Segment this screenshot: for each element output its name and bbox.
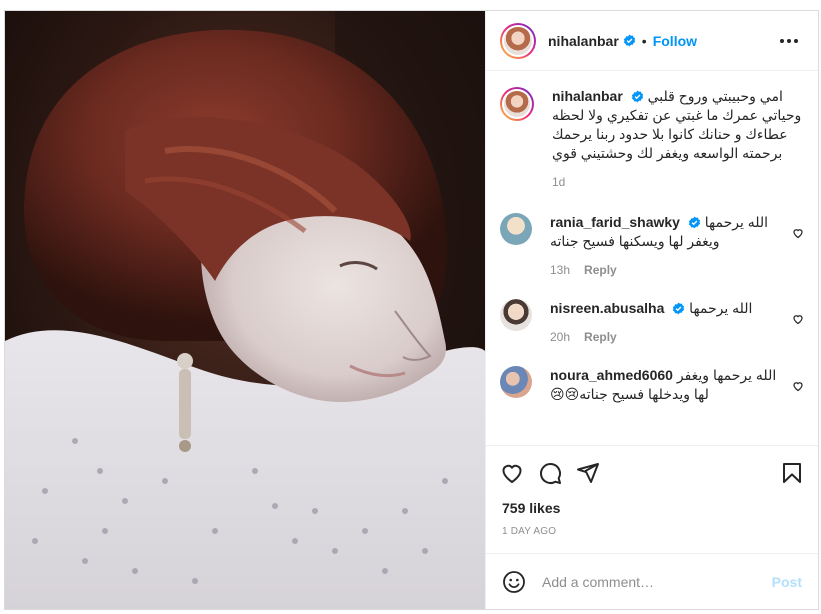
verified-badge-icon (623, 34, 635, 47)
comments-list[interactable]: nihalanbar امي وحبيبتي وروح قلبي وحياتي … (486, 71, 818, 446)
caption-avatar[interactable] (500, 87, 534, 121)
comment-input[interactable] (542, 573, 772, 590)
post-header: nihalanbar • Follow (486, 11, 818, 71)
heart-icon[interactable] (792, 227, 804, 239)
emoji-icon[interactable] (502, 570, 526, 594)
comment-text: الله يرحمها (689, 300, 753, 316)
comment-icon[interactable] (538, 461, 562, 485)
portrait-image (5, 11, 485, 609)
commenter-username[interactable]: nisreen.abusalha (550, 300, 664, 316)
comment-meta: 13h Reply (550, 263, 782, 277)
heart-icon[interactable] (792, 313, 804, 325)
verified-badge-icon (688, 216, 700, 229)
post-comment-button[interactable]: Post (772, 574, 802, 590)
commenter-avatar[interactable] (500, 366, 532, 398)
more-options-icon[interactable] (774, 33, 804, 49)
verified-badge-icon (673, 302, 685, 315)
share-icon[interactable] (576, 461, 600, 485)
caption-age: 1d (552, 175, 566, 189)
post-dialog: nihalanbar • Follow nihalanbar امي وحبيب… (4, 10, 819, 610)
comment-line: nisreen.abusalha الله يرحمها (550, 299, 782, 318)
bookmark-icon[interactable] (780, 461, 804, 485)
comment-age: 13h (550, 263, 571, 277)
author-avatar[interactable] (500, 22, 536, 59)
comment-age: 20h (550, 330, 571, 344)
follow-button[interactable]: Follow (653, 33, 697, 49)
verified-badge-icon (631, 90, 643, 103)
comment-line: noura_ahmed6060 الله يرحمها ويغفر لها وي… (550, 366, 782, 404)
comment-item: noura_ahmed6060 الله يرحمها ويغفر لها وي… (500, 366, 804, 404)
commenter-avatar[interactable] (500, 213, 532, 245)
heart-icon[interactable] (500, 461, 524, 485)
comment-meta: 20h Reply (550, 330, 782, 344)
caption-username[interactable]: nihalanbar (552, 88, 623, 104)
post-side-panel: nihalanbar • Follow nihalanbar امي وحبيب… (485, 11, 818, 609)
comment-line: rania_farid_shawky الله يرحمها ويغفر لها… (550, 213, 782, 251)
commenter-username[interactable]: noura_ahmed6060 (550, 367, 673, 383)
post-timestamp: 1 DAY AGO (502, 526, 557, 537)
author-username[interactable]: nihalanbar (548, 33, 619, 49)
comment-item: rania_farid_shawky الله يرحمها ويغفر لها… (500, 213, 804, 277)
commenter-avatar[interactable] (500, 299, 532, 331)
caption-item: nihalanbar امي وحبيبتي وروح قلبي وحياتي … (500, 87, 804, 189)
likes-count[interactable]: 759 likes (486, 500, 818, 516)
reply-button[interactable]: Reply (584, 330, 617, 344)
action-bar (486, 446, 818, 500)
reply-button[interactable]: Reply (584, 263, 617, 277)
commenter-username[interactable]: rania_farid_shawky (550, 214, 680, 230)
caption-line: nihalanbar امي وحبيبتي وروح قلبي وحياتي … (552, 87, 804, 163)
post-photo[interactable] (5, 11, 485, 609)
comment-item: nisreen.abusalha الله يرحمها 20h Reply (500, 299, 804, 344)
caption-meta: 1d (552, 175, 804, 189)
comment-composer: Post (486, 553, 818, 609)
header-separator: • (641, 32, 647, 49)
heart-icon[interactable] (792, 380, 804, 392)
